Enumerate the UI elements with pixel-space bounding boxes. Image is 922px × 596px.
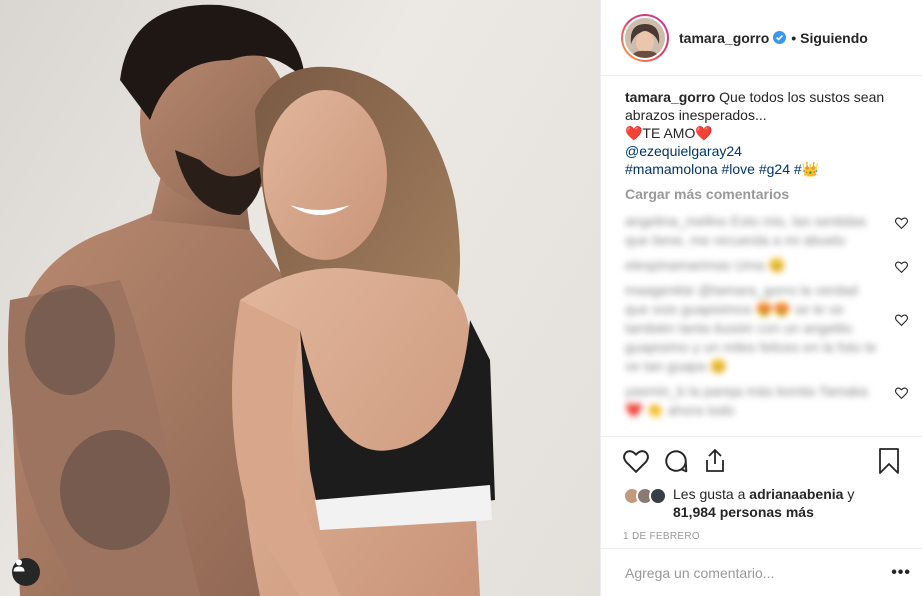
comment-text: maagenkte @tamara_gorro la verdad que so… <box>625 282 877 374</box>
likes-summary: Les gusta a adrianaabenia y 81,984 perso… <box>673 486 855 520</box>
list-item: angelina_mellno Esto mis, las sentidas q… <box>625 212 908 250</box>
post-photo[interactable] <box>0 0 600 596</box>
couple-photo <box>8 4 495 596</box>
comment-text: yasmin_b la pareja más bonita Tamaka ❤️ … <box>625 383 868 418</box>
liker-username[interactable]: adrianaabenia <box>749 486 843 502</box>
following-button[interactable]: Siguiendo <box>800 30 868 46</box>
avatar <box>649 487 667 505</box>
likes-row: Les gusta a adrianaabenia y 81,984 perso… <box>623 485 913 521</box>
action-bar <box>623 445 913 477</box>
caption-hashtags[interactable]: #mamamolona #love #g24 #👑 <box>625 161 819 177</box>
likers-facepile <box>623 487 667 505</box>
post-header: tamara_gorro • Siguiendo <box>601 0 922 76</box>
heart-icon[interactable] <box>895 260 908 276</box>
username-link[interactable]: tamara_gorro <box>679 30 769 46</box>
heart-icon[interactable] <box>623 449 649 473</box>
verified-badge-icon <box>773 31 787 44</box>
heart-icon[interactable] <box>895 313 908 329</box>
separator-dot: • <box>791 29 797 46</box>
post-side-panel: tamara_gorro • Siguiendo tamara_gorro Qu… <box>600 0 922 596</box>
more-options-button[interactable]: ••• <box>891 564 911 582</box>
comment-text: elespinamarimas Uma 😊 <box>625 257 786 273</box>
avatar-image <box>625 17 665 58</box>
post-date[interactable]: 1 DE FEBRERO <box>623 531 913 542</box>
person-icon <box>13 559 25 572</box>
load-more-comments[interactable]: Cargar más comentarios <box>625 186 906 202</box>
likes-count[interactable]: 81,984 personas más <box>673 504 814 520</box>
bookmark-icon[interactable] <box>879 448 899 474</box>
avatar[interactable] <box>621 13 669 62</box>
comment-icon[interactable] <box>663 448 689 474</box>
share-icon[interactable] <box>703 448 727 474</box>
heart-icon[interactable] <box>895 386 908 402</box>
comment-text: angelina_mellno Esto mis, las sentidas q… <box>625 213 867 248</box>
heart-icon[interactable] <box>895 216 908 232</box>
caption-username[interactable]: tamara_gorro <box>625 89 715 105</box>
tagged-users-button[interactable] <box>12 558 40 586</box>
post-actions: Les gusta a adrianaabenia y 81,984 perso… <box>601 436 922 542</box>
list-item: elespinamarimas Uma 😊 <box>625 256 908 276</box>
comment-input[interactable]: Agrega un comentario... <box>625 565 774 581</box>
instagram-post: tamara_gorro • Siguiendo tamara_gorro Qu… <box>0 0 922 596</box>
caption-mention[interactable]: @ezequielgaray24 <box>625 143 742 159</box>
comments-section: tamara_gorro Que todos los sustos sean a… <box>601 76 922 436</box>
list-item: maagenkte @tamara_gorro la verdad que so… <box>625 281 908 376</box>
add-comment-bar: Agrega un comentario... ••• <box>601 548 922 596</box>
caption-love-line: ❤️TE AMO❤️ <box>625 125 713 141</box>
list-item: yasmin_b la pareja más bonita Tamaka ❤️ … <box>625 382 908 420</box>
post-caption: tamara_gorro Que todos los sustos sean a… <box>625 88 906 178</box>
